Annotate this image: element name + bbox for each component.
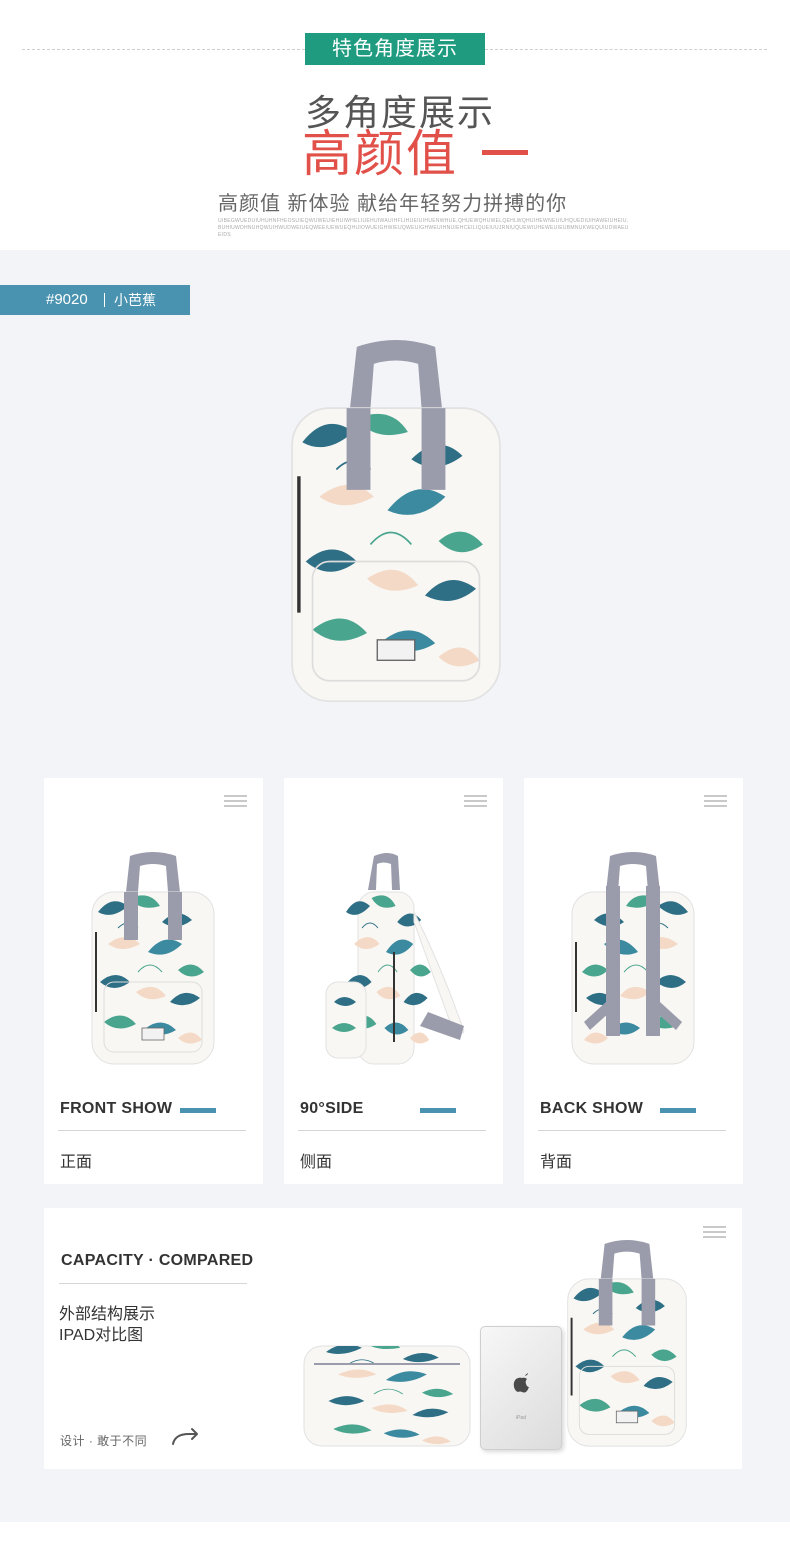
view-title-cn: 侧面 (300, 1154, 333, 1171)
view-title-en: BACK SHOW (540, 1100, 644, 1117)
pouch-image (302, 1340, 472, 1452)
apple-logo-icon (513, 1373, 529, 1393)
card-divider (298, 1130, 486, 1131)
product-code: #9020 (46, 291, 88, 308)
ipad-comparison-image: iPad (480, 1326, 562, 1450)
view-title-accent-bar (420, 1108, 456, 1113)
view-title-accent-bar (660, 1108, 696, 1113)
menu-icon[interactable] (703, 1226, 726, 1240)
design-slogan: 设计 · 敢于不同 (60, 1434, 148, 1448)
front-backpack-image (78, 852, 228, 1068)
menu-icon[interactable] (704, 795, 727, 809)
view-title-cn: 背面 (540, 1154, 573, 1171)
view-title-cn: 正面 (60, 1154, 93, 1171)
hero-backpack-image (268, 340, 524, 708)
product-name: 小芭蕉 (114, 292, 156, 308)
view-card-side: 90°SIDE 侧面 (284, 778, 503, 1184)
share-arrow-icon[interactable] (170, 1424, 206, 1448)
back-backpack-image (558, 852, 708, 1068)
card-divider (58, 1130, 246, 1131)
feature-badge: 特色角度展示 (305, 33, 485, 65)
card-divider (538, 1130, 726, 1131)
view-title-accent-bar (180, 1108, 216, 1113)
product-tag: #9020 小芭蕉 (0, 285, 190, 315)
header-divider-left (22, 49, 305, 50)
view-title-en: FRONT SHOW (60, 1100, 173, 1117)
capacity-description-2: IPAD对比图 (59, 1327, 144, 1344)
slogan-text: 高颜值 新体验 献给年轻努力拼搏的你 (218, 193, 568, 215)
header-divider-right (485, 49, 767, 50)
capacity-title: CAPACITY · COMPARED (61, 1252, 254, 1269)
capacity-divider (59, 1283, 247, 1284)
ipad-label: iPad (515, 1415, 526, 1421)
menu-icon[interactable] (224, 795, 247, 809)
menu-icon[interactable] (464, 795, 487, 809)
view-title-en: 90°SIDE (300, 1100, 364, 1117)
decorative-fine-print: UIBEGWUEDUIUHUHNFHEOSUIEQWUWEUIEHUIWHELI… (218, 218, 629, 238)
product-tag-separator (104, 293, 105, 307)
title-accent-bar (482, 150, 528, 155)
section-highlight-title: 高颜值 (302, 126, 458, 182)
side-backpack-image (318, 852, 468, 1068)
view-card-front: FRONT SHOW 正面 (44, 778, 263, 1184)
capacity-backpack-image (552, 1240, 702, 1450)
view-card-back: BACK SHOW 背面 (524, 778, 743, 1184)
capacity-card: CAPACITY · COMPARED 外部结构展示 IPAD对比图 设计 · … (44, 1208, 742, 1469)
header-section: 特色角度展示 多角度展示 高颜值 高颜值 新体验 献给年轻努力拼搏的你 UIBE… (0, 0, 790, 250)
